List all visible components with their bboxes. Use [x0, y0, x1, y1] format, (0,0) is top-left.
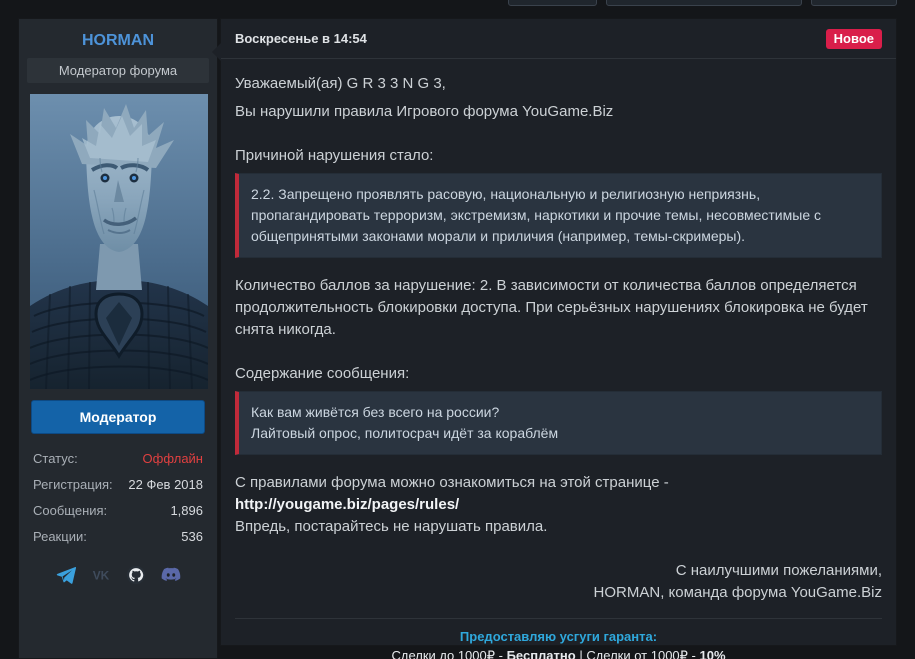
user-sidebar: HORMAN Модератор форума Модератор Статус… — [18, 18, 218, 659]
registration-value: 22 Фев 2018 — [128, 477, 203, 492]
stat-label: Регистрация: — [33, 477, 113, 492]
thread-toolbar: Пометить Отметьте непрочитанным... Покин… — [508, 0, 897, 6]
signature-title: Предоставляю усгуги гаранта: — [459, 629, 658, 644]
reason-label: Причиной нарушения стало: — [235, 147, 434, 164]
message-quote-block: Как вам живётся без всего на россии? Лай… — [235, 391, 882, 455]
new-badge: Новое — [825, 29, 882, 49]
messages-count: 1,896 — [170, 503, 203, 518]
vk-icon[interactable]: VK — [90, 564, 112, 586]
stat-label: Реакции: — [33, 529, 87, 544]
deal-percent: 10% — [699, 648, 726, 659]
message-body: Уважаемый(ая) G R 3 3 N G 3, Вы нарушили… — [221, 59, 896, 659]
night-king-avatar-image — [30, 94, 208, 389]
user-stats: Статус: Оффлайн Регистрация: 22 Фев 2018… — [33, 446, 203, 550]
deal-text: Сделки до 1000₽ - — [391, 648, 507, 659]
deal-sep: | — [575, 648, 587, 659]
reactions-count: 536 — [181, 529, 203, 544]
discord-icon[interactable] — [160, 564, 182, 586]
signoff: С наилучшими пожеланиями, HORMAN, команд… — [235, 560, 882, 604]
content-label: Содержание сообщения: — [235, 365, 410, 382]
social-links: VK — [19, 564, 217, 586]
status-value: Оффлайн — [142, 451, 203, 466]
greeting-line: Уважаемый(ая) G R 3 3 N G 3, — [235, 75, 446, 92]
stat-label: Статус: — [33, 451, 78, 466]
signature-divider — [235, 618, 882, 619]
avatar[interactable] — [30, 94, 208, 389]
signature-block: Предоставляю усгуги гаранта: Сделки до 1… — [235, 627, 882, 659]
deal-text-2: Сделки от 1000₽ - — [586, 648, 700, 659]
stat-row-reactions: Реакции: 536 — [33, 524, 203, 550]
username-link[interactable]: HORMAN — [27, 32, 209, 50]
leave-button[interactable]: Покинуть — [811, 0, 897, 6]
rules-text: С правилами форума можно ознакомиться на… — [235, 474, 669, 491]
rules-line: С правилами форума можно ознакомиться на… — [235, 472, 882, 516]
svg-text:VK: VK — [92, 569, 109, 583]
message-timestamp[interactable]: Воскресенье в 14:54 — [235, 31, 367, 46]
warning-message-cell: Воскресенье в 14:54 Новое Уважаемый(ая) … — [212, 18, 897, 659]
rules-link[interactable]: http://yougame.biz/pages/rules/ — [235, 496, 459, 513]
quoted-line-2: Лайтовый опрос, политосрач идёт за кораб… — [251, 425, 559, 441]
rule-quote-block: 2.2. Запрещено проявлять расовую, национ… — [235, 173, 882, 258]
signoff-line-2: HORMAN, команда форума YouGame.Biz — [593, 584, 882, 601]
stat-row-registration: Регистрация: 22 Фев 2018 — [33, 472, 203, 498]
stat-row-messages: Сообщения: 1,896 — [33, 498, 203, 524]
signature-deals-line: Сделки до 1000₽ - Бесплатно | Сделки от … — [235, 646, 882, 659]
signoff-line-1: С наилучшими пожеланиями, — [675, 562, 882, 579]
role-banner-moderator: Модератор — [31, 400, 205, 434]
quoted-line-1: Как вам живётся без всего на россии? — [251, 404, 500, 420]
user-title-banner: Модератор форума — [27, 58, 209, 83]
stat-row-status: Статус: Оффлайн — [33, 446, 203, 472]
rules-line-2: Впредь, постарайтесь не нарушать правила… — [235, 518, 548, 535]
violation-line: Вы нарушили правила Игрового форума YouG… — [235, 103, 614, 120]
points-paragraph: Количество баллов за нарушение: 2. В зав… — [235, 277, 868, 338]
mark-unread-button[interactable]: Отметьте непрочитанным... — [605, 0, 803, 6]
forum-warning-page: Пометить Отметьте непрочитанным... Покин… — [0, 0, 915, 659]
deal-free: Бесплатно — [506, 648, 576, 659]
message-header: Воскресенье в 14:54 Новое — [221, 19, 896, 59]
github-icon[interactable] — [125, 564, 147, 586]
mark-button[interactable]: Пометить — [508, 0, 597, 6]
stat-label: Сообщения: — [33, 503, 108, 518]
telegram-icon[interactable] — [55, 564, 77, 586]
